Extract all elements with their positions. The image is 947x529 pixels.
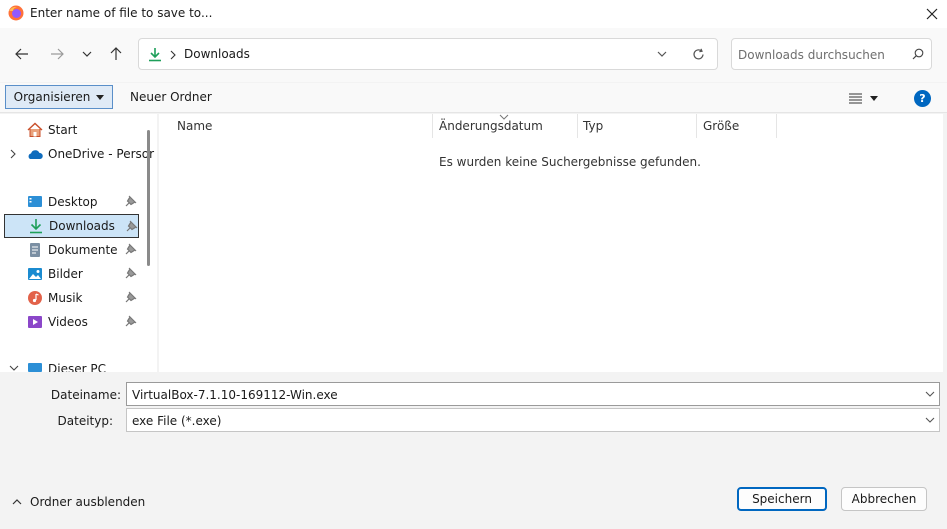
music-icon (28, 291, 42, 305)
sidebar-item-downloads[interactable]: Downloads (4, 214, 139, 238)
sidebar-item-label: Musik (48, 291, 83, 305)
computer-icon (28, 363, 42, 372)
column-header-modified[interactable]: Änderungsdatum (439, 119, 543, 139)
arrow-left-icon (15, 48, 28, 60)
file-list-pane[interactable] (159, 114, 943, 372)
sidebar-item-start[interactable]: Start (4, 119, 139, 141)
pin-icon[interactable] (125, 315, 137, 327)
sidebar-item-label: Videos (48, 315, 88, 329)
filename-label: Dateiname: (50, 388, 121, 402)
sidebar-item-dieser-pc-clip: Dieser PC (0, 358, 157, 372)
download-icon (30, 219, 42, 234)
close-icon (926, 8, 937, 20)
cancel-button[interactable]: Abbrechen (841, 487, 927, 511)
sidebar-item-label: Desktop (48, 195, 98, 209)
firefox-logo-icon (8, 5, 24, 21)
expand-chevron-icon[interactable] (10, 149, 16, 159)
pin-icon[interactable] (125, 243, 137, 255)
column-separator[interactable] (432, 114, 433, 138)
address-bar[interactable]: Downloads (138, 38, 718, 70)
empty-results-message: Es wurden keine Suchergebnisse gefunden. (439, 155, 701, 169)
arrow-right-icon (51, 48, 64, 60)
filetype-select[interactable]: exe File (*.exe) (126, 408, 940, 432)
organize-button[interactable]: Organisieren (5, 85, 113, 109)
window-title: Enter name of file to save to... (30, 6, 213, 20)
sidebar-item-label: OneDrive - Persor (48, 147, 155, 161)
breadcrumb-chevron-icon (170, 50, 176, 60)
sidebar-scrollbar[interactable] (147, 130, 150, 266)
column-header-size[interactable]: Größe (703, 119, 739, 139)
filename-value: VirtualBox-7.1.10-169112-Win.exe (132, 388, 338, 402)
document-icon (30, 243, 40, 257)
sidebar-item-desktop[interactable]: Desktop (4, 191, 139, 213)
hide-folders-toggle[interactable]: Ordner ausblenden (12, 494, 145, 510)
chevron-down-icon (82, 51, 92, 57)
view-options-button[interactable] (849, 88, 889, 108)
save-button[interactable]: Speichern (737, 487, 827, 511)
sidebar-item-label: Bilder (48, 267, 83, 281)
column-separator[interactable] (696, 114, 697, 138)
home-icon (27, 122, 43, 137)
sidebar-item-label: Dokumente (48, 243, 118, 257)
pin-icon[interactable] (125, 291, 137, 303)
filename-combobox[interactable]: VirtualBox-7.1.10-169112-Win.exe (126, 382, 940, 406)
breadcrumb-downloads[interactable]: Downloads (184, 47, 250, 61)
pin-icon[interactable] (126, 220, 138, 232)
cloud-icon (28, 150, 43, 159)
sidebar-item-dieser-pc[interactable]: Dieser PC (4, 358, 139, 372)
column-separator[interactable] (776, 114, 777, 138)
list-view-icon (849, 92, 862, 104)
download-icon (149, 48, 161, 62)
pictures-icon (28, 268, 42, 280)
filetype-label: Dateityp: (57, 414, 113, 428)
column-header-type[interactable]: Typ (583, 119, 603, 139)
column-header-name[interactable]: Name (177, 119, 212, 139)
sidebar-item-videos[interactable]: Videos (4, 311, 139, 333)
search-input[interactable]: Downloads durchsuchen (731, 38, 932, 70)
forward-button[interactable] (44, 41, 70, 67)
chevron-down-icon[interactable] (925, 390, 935, 398)
hide-folders-label: Ordner ausblenden (30, 495, 146, 509)
sidebar-item-bilder[interactable]: Bilder (4, 263, 139, 285)
collapse-chevron-icon[interactable] (9, 365, 19, 371)
sidebar-item-label: Downloads (49, 219, 115, 233)
help-icon[interactable]: ? (914, 90, 931, 107)
organize-label: Organisieren (13, 90, 91, 104)
sidebar-item-musik[interactable]: Musik (4, 287, 139, 309)
video-icon (28, 316, 42, 328)
search-placeholder: Downloads durchsuchen (738, 48, 885, 62)
sidebar-item-label: Dieser PC (48, 362, 106, 372)
chevron-down-icon[interactable] (925, 416, 935, 424)
pin-icon[interactable] (125, 267, 137, 279)
column-separator[interactable] (577, 114, 578, 138)
chevron-up-icon (12, 499, 22, 505)
caret-down-icon (96, 94, 105, 100)
close-window-button[interactable] (916, 0, 947, 28)
back-button[interactable] (9, 41, 35, 67)
arrow-up-icon (110, 47, 122, 60)
search-icon (912, 48, 924, 60)
caret-down-icon (870, 95, 878, 101)
up-button[interactable] (103, 41, 129, 67)
refresh-icon[interactable] (692, 48, 705, 61)
sidebar-item-onedrive[interactable]: OneDrive - Persor (4, 143, 154, 165)
recent-locations-button[interactable] (74, 41, 100, 67)
sidebar-item-dokumente[interactable]: Dokumente (4, 239, 139, 261)
desktop-icon (28, 196, 42, 207)
sidebar-item-label: Start (48, 123, 78, 137)
address-history-chevron-icon[interactable] (657, 51, 667, 58)
filetype-value: exe File (*.exe) (132, 414, 222, 428)
new-folder-button[interactable]: Neuer Ordner (122, 85, 220, 109)
pin-icon[interactable] (125, 195, 137, 207)
